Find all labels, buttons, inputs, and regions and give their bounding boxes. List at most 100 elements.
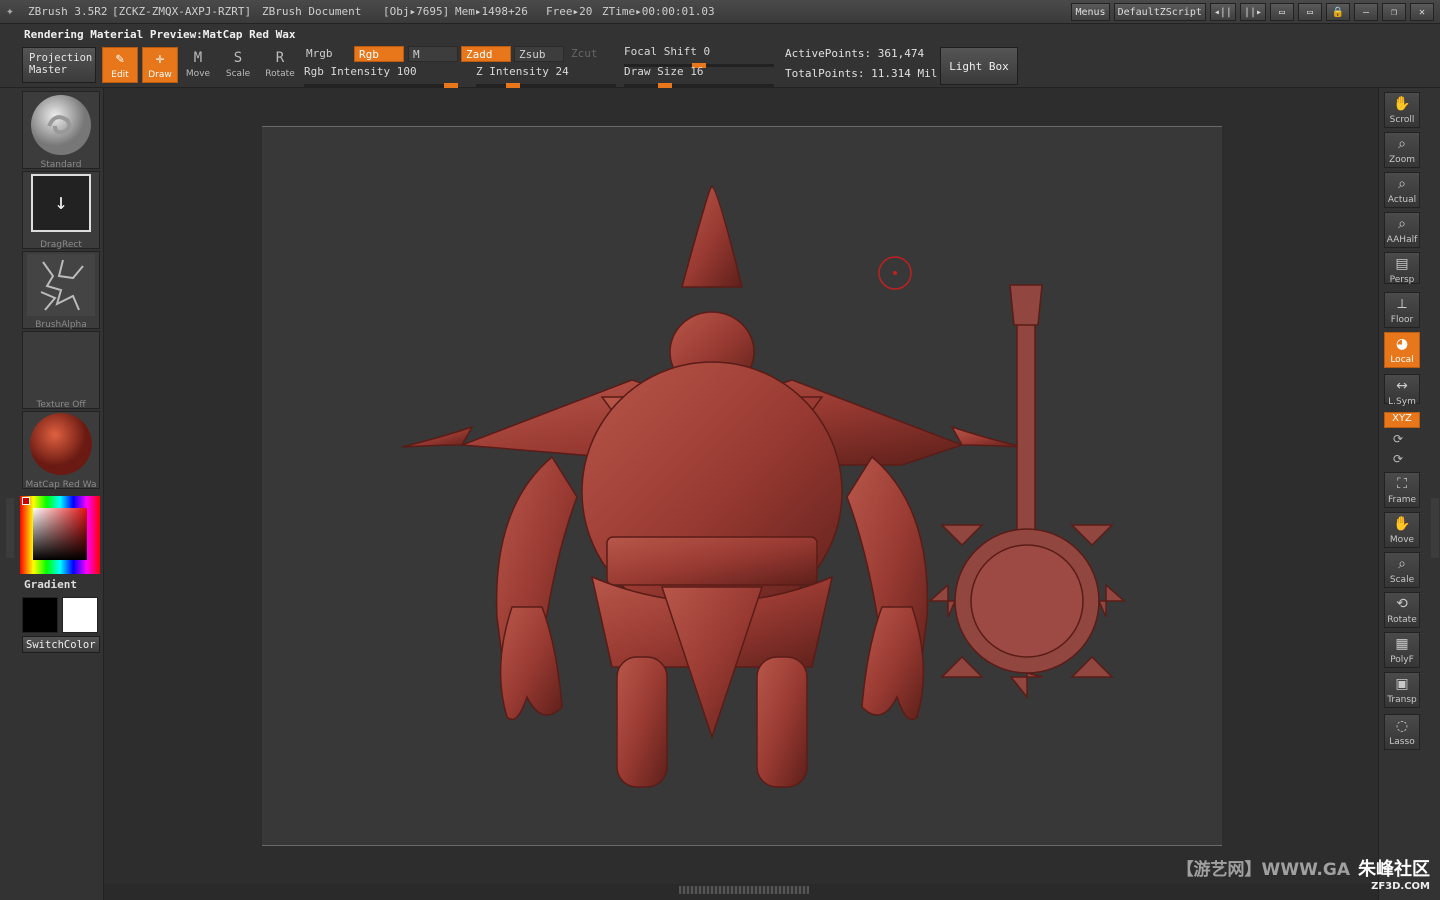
draw-size-value: 16 <box>690 65 704 78</box>
minimize-icon[interactable]: – <box>1354 3 1378 21</box>
picker-marker-icon <box>22 497 30 505</box>
draw-size-slider[interactable]: Draw Size 16 <box>624 65 774 88</box>
transp-button[interactable]: ▣ Transp <box>1384 672 1420 708</box>
local-button[interactable]: ◕ Local <box>1384 332 1420 368</box>
hand-icon: ✋ <box>1393 96 1411 112</box>
magnifier-icon: ⌕ <box>1398 136 1406 152</box>
rgb-toggle[interactable]: Rgb <box>354 46 404 62</box>
projection-master-button[interactable]: Projection Master <box>22 47 96 83</box>
sculpt-model[interactable] <box>262 127 1222 845</box>
rotate-view-icon: ⟲ <box>1396 596 1408 612</box>
m-toggle[interactable]: M <box>408 46 458 62</box>
xyz-button[interactable]: XYZ <box>1384 412 1420 428</box>
status-line: Rendering Material Preview:MatCap Red Wa… <box>0 24 1440 44</box>
frame-button[interactable]: ⛶ Frame <box>1384 472 1420 508</box>
active-points-readout: ActivePoints: 361,474 <box>785 47 925 60</box>
rotate-y-icon[interactable]: ⟳ <box>1393 452 1403 466</box>
persp-button[interactable]: ▤ Persp <box>1384 252 1420 285</box>
free-readout: Free▸20 <box>546 5 593 18</box>
alpha-selector[interactable]: BrushAlpha <box>22 251 100 330</box>
spiked-banjo <box>928 284 1126 700</box>
brush-name: Standard <box>40 160 82 170</box>
rotate-button[interactable]: R Rotate <box>262 47 298 83</box>
perspective-grid-icon: ▤ <box>1395 256 1409 272</box>
mrgb-toggle[interactable]: Mrgb <box>302 46 337 62</box>
focal-shift-value: 0 <box>703 45 711 58</box>
move-icon: M <box>193 50 203 66</box>
color-picker[interactable] <box>20 496 100 574</box>
hide-right-icon[interactable]: ||▸ <box>1239 3 1266 21</box>
lsym-button[interactable]: ↔ L.Sym <box>1384 374 1420 407</box>
focal-shift-slider[interactable]: Focal Shift 0 <box>624 45 774 68</box>
main-color-swatch[interactable] <box>22 597 58 633</box>
zsub-toggle[interactable]: Zsub <box>514 46 564 62</box>
move-view-button[interactable]: ✋ Move <box>1384 512 1420 548</box>
transparency-icon: ▣ <box>1395 676 1409 692</box>
aahalf-button[interactable]: ⌕ AAHalf <box>1384 212 1420 248</box>
z-intensity-slider[interactable]: Z Intensity 24 <box>476 65 616 88</box>
floor-button[interactable]: ⟂ Floor <box>1384 292 1420 328</box>
zoom-button[interactable]: ⌕ Zoom <box>1384 132 1420 168</box>
frame-icon: ⛶ <box>1397 476 1407 492</box>
brush-selector[interactable]: Standard <box>22 91 100 170</box>
lasso-icon: ◌ <box>1395 718 1409 734</box>
document-canvas[interactable] <box>262 126 1222 846</box>
restore-icon[interactable]: ❐ <box>1382 3 1406 21</box>
gradient-label[interactable]: Gradient <box>24 578 77 591</box>
default-zscript-button[interactable]: DefaultZScript <box>1113 3 1206 21</box>
dragrect-icon: ↓ <box>31 174 91 232</box>
top-shelf: Projection Master ✎ Edit ✛ Draw M Move S… <box>0 44 1440 88</box>
zadd-toggle[interactable]: Zadd <box>461 46 511 62</box>
document-title: ZBrush Document <box>262 5 362 18</box>
floor-icon: ⟂ <box>1397 296 1407 312</box>
draw-button[interactable]: ✛ Draw <box>142 47 178 83</box>
lock-icon[interactable]: 🔒 <box>1326 3 1350 21</box>
polyframe-grid-icon: ▦ <box>1395 636 1409 652</box>
standard-brush-icon <box>31 95 91 155</box>
scale-button[interactable]: S Scale <box>220 47 256 83</box>
right-tray-grip[interactable] <box>1431 498 1439 558</box>
menus-button[interactable]: Menus <box>1071 3 1110 21</box>
right-tray: ✋ Scroll ⌕ Zoom ⌕ Actual ⌕ AAHalf ▤ Persp ⟂ Fl… <box>1378 88 1440 900</box>
scroll-button[interactable]: ✋ Scroll <box>1384 92 1420 128</box>
rgb-intensity-value: 100 <box>396 65 417 78</box>
scale-view-button[interactable]: ⌕ Scale <box>1384 552 1420 588</box>
hide-left-icon[interactable]: ◂|| <box>1209 3 1236 21</box>
left-tray-grip[interactable] <box>6 498 14 558</box>
obj-readout: [Obj▸7695] <box>383 5 450 18</box>
move-hand-icon: ✋ <box>1393 516 1411 532</box>
material-name: MatCap Red Wa <box>25 480 97 490</box>
mem-readout: Mem▸1498+26 <box>455 5 528 18</box>
app-version: ZBrush 3.5R2 <box>28 5 108 18</box>
move-button[interactable]: M Move <box>180 47 216 83</box>
polyf-button[interactable]: ▦ PolyF <box>1384 632 1420 668</box>
stroke-name: DragRect <box>40 240 82 250</box>
bottom-tray-grip[interactable] <box>679 886 809 894</box>
light-box-button[interactable]: Light Box <box>940 47 1018 85</box>
lasso-button[interactable]: ◌ Lasso <box>1384 714 1420 750</box>
actual-button[interactable]: ⌕ Actual <box>1384 172 1420 208</box>
edit-icon: ✎ <box>115 51 125 67</box>
saturation-square[interactable] <box>33 508 87 560</box>
clown-character <box>401 185 1023 788</box>
rotate-z-icon[interactable]: ⟳ <box>1393 432 1403 446</box>
layout-2-icon[interactable]: ▭ <box>1298 3 1322 21</box>
texture-selector[interactable]: Texture Off <box>22 331 100 410</box>
local-symmetry-icon: ◕ <box>1395 336 1409 352</box>
close-icon[interactable]: ✕ <box>1410 3 1434 21</box>
total-points-readout: TotalPoints: 11.314 Mil <box>785 67 938 80</box>
z-intensity-value: 24 <box>555 65 569 78</box>
switch-color-button[interactable]: SwitchColor <box>22 636 100 653</box>
rgb-intensity-slider[interactable]: Rgb Intensity 100 <box>304 65 458 88</box>
stroke-selector[interactable]: ↓ DragRect <box>22 171 100 250</box>
secondary-color-swatch[interactable] <box>62 597 98 633</box>
ztime-readout: ZTime▸00:00:01.03 <box>602 5 715 18</box>
title-controls: Menus DefaultZScript ◂|| ||▸ ▭ ▭ 🔒 – ❐ ✕ <box>1071 3 1434 21</box>
layout-1-icon[interactable]: ▭ <box>1270 3 1294 21</box>
material-selector[interactable]: MatCap Red Wa <box>22 411 100 490</box>
rotate-view-button[interactable]: ⟲ Rotate <box>1384 592 1420 628</box>
zcut-toggle[interactable]: Zcut <box>567 46 617 62</box>
zbrush-logo-icon: ✦ <box>6 4 14 19</box>
edit-button[interactable]: ✎ Edit <box>102 47 138 83</box>
title-bar: ✦ ZBrush 3.5R2 [ZCKZ-ZMQX-AXPJ-RZRT] ZBr… <box>0 0 1440 24</box>
